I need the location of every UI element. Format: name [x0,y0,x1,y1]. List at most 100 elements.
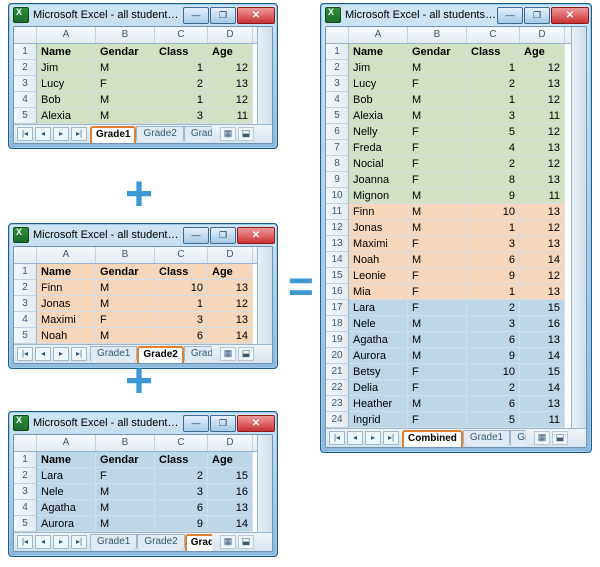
title-bar[interactable]: Microsoft Excel - all students inf...—❐✕ [9,224,277,246]
row-header[interactable]: 3 [326,76,349,92]
cell[interactable]: M [408,188,467,204]
cell[interactable]: Freda [349,140,408,156]
maximize-button[interactable]: ❐ [524,7,550,24]
col-header[interactable]: B [96,435,155,451]
tab-nav[interactable]: |◂◂▸▸| [16,535,88,549]
col-header[interactable]: C [155,27,208,43]
row-header[interactable]: 9 [326,172,349,188]
row-header[interactable]: 1 [326,44,349,60]
cell[interactable]: F [408,412,467,428]
cell[interactable]: 2 [467,300,520,316]
cell[interactable]: 13 [208,500,253,516]
cell[interactable]: F [408,76,467,92]
cell[interactable]: 12 [520,268,565,284]
row-header[interactable]: 6 [326,124,349,140]
close-button[interactable]: ✕ [237,415,275,432]
cell[interactable]: 12 [520,220,565,236]
cell[interactable]: 13 [520,284,565,300]
cell[interactable]: M [408,316,467,332]
title-bar[interactable]: Microsoft Excel - all students inf...—❐✕ [9,4,277,26]
cell[interactable]: 5 [467,124,520,140]
cell[interactable]: 1 [155,92,208,108]
sheet-tab[interactable]: Combined [402,430,463,449]
cell[interactable]: 11 [520,108,565,124]
cell[interactable]: Class [155,44,208,60]
close-button[interactable]: ✕ [237,7,275,24]
cell[interactable]: M [96,516,155,532]
cell[interactable]: F [408,236,467,252]
cell[interactable]: 6 [467,332,520,348]
row-header[interactable]: 5 [14,516,37,532]
cell[interactable]: F [96,468,155,484]
cell[interactable]: 13 [520,76,565,92]
cell[interactable]: Lara [349,300,408,316]
title-bar[interactable]: Microsoft Excel - all students inf...—❐✕ [321,4,591,26]
col-header[interactable]: A [37,27,96,43]
col-header[interactable]: B [408,27,467,43]
cell[interactable]: Age [520,44,565,60]
cell[interactable]: 6 [155,500,208,516]
close-button[interactable]: ✕ [237,227,275,244]
cell[interactable]: 16 [520,316,565,332]
maximize-button[interactable]: ❐ [210,7,236,24]
row-header[interactable]: 18 [326,316,349,332]
cell[interactable]: Noah [349,252,408,268]
cell[interactable]: Agatha [349,332,408,348]
cell[interactable]: M [96,296,155,312]
minimize-button[interactable]: — [183,227,209,244]
cell[interactable]: 11 [208,108,253,124]
cell[interactable]: 2 [467,156,520,172]
cell[interactable]: 3 [155,484,208,500]
cell[interactable]: Gendar [96,452,155,468]
cell[interactable]: 12 [520,92,565,108]
cell[interactable]: 13 [208,76,253,92]
cell[interactable]: 13 [520,396,565,412]
cell[interactable]: Leonie [349,268,408,284]
cell[interactable]: Lucy [37,76,96,92]
normal-view-icon[interactable]: ▦ [534,431,550,445]
cell[interactable]: 1 [467,92,520,108]
sheet-tab[interactable]: Grade1 [90,126,136,145]
select-all-corner[interactable] [14,435,37,451]
cell[interactable]: M [408,60,467,76]
cell[interactable]: 13 [520,332,565,348]
cell[interactable]: M [408,252,467,268]
cell[interactable]: 6 [467,252,520,268]
cell[interactable]: Age [208,264,253,280]
vertical-scrollbar[interactable] [571,27,586,428]
row-header[interactable]: 24 [326,412,349,428]
cell[interactable]: M [408,396,467,412]
select-all-corner[interactable] [14,247,37,263]
cell[interactable]: 15 [520,364,565,380]
cell[interactable]: Aurora [37,516,96,532]
select-all-corner[interactable] [14,27,37,43]
col-header[interactable]: D [208,435,253,451]
cell[interactable]: Name [37,452,96,468]
cell[interactable]: F [408,380,467,396]
cell[interactable]: 9 [467,268,520,284]
col-header[interactable]: D [208,247,253,263]
row-header[interactable]: 8 [326,156,349,172]
row-header[interactable]: 17 [326,300,349,316]
row-header[interactable]: 3 [14,76,37,92]
cell[interactable]: Name [37,44,96,60]
cell[interactable]: Gendar [408,44,467,60]
cell[interactable]: Aurora [349,348,408,364]
cell[interactable]: 1 [155,60,208,76]
cell[interactable]: 13 [208,280,253,296]
cell[interactable]: M [96,92,155,108]
col-header[interactable]: B [96,247,155,263]
row-header[interactable]: 19 [326,332,349,348]
row-header[interactable]: 4 [14,312,37,328]
cell[interactable]: Finn [349,204,408,220]
cell[interactable]: 10 [155,280,208,296]
cell[interactable]: Lucy [349,76,408,92]
row-header[interactable]: 3 [14,296,37,312]
row-header[interactable]: 4 [14,500,37,516]
cell[interactable]: Jim [349,60,408,76]
cell[interactable]: F [96,312,155,328]
cell[interactable]: 6 [155,328,208,344]
cell[interactable]: 3 [155,312,208,328]
row-header[interactable]: 12 [326,220,349,236]
cell[interactable]: 15 [520,300,565,316]
